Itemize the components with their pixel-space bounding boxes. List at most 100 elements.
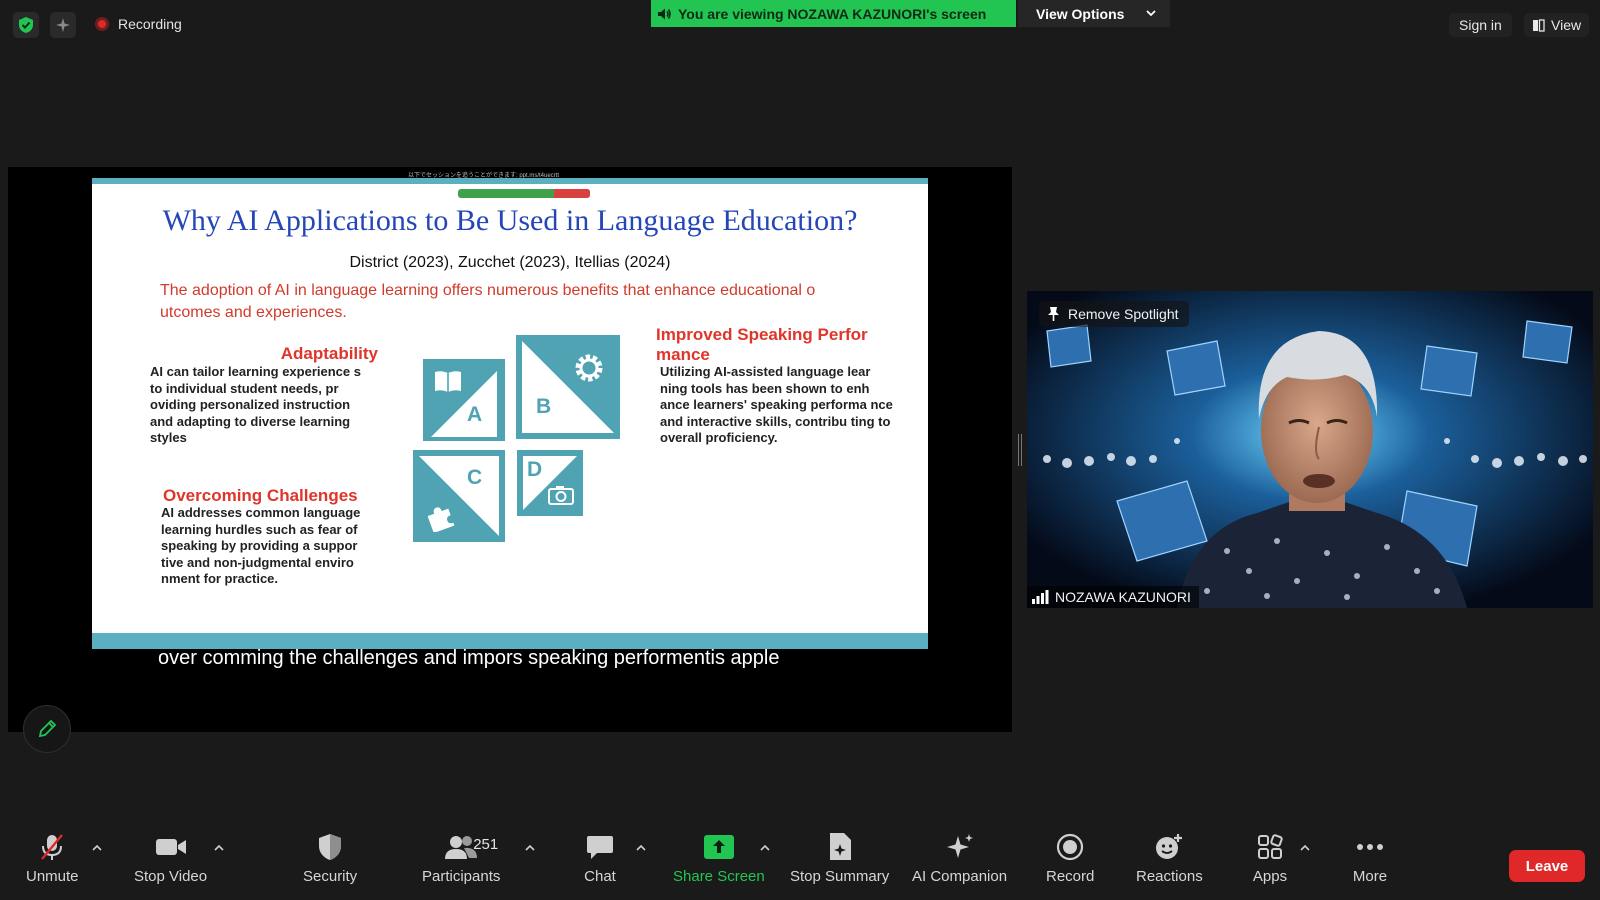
record-button[interactable]: Record: [1046, 830, 1094, 885]
share-options-caret[interactable]: [758, 840, 772, 854]
section-body-speaking: Utilizing AI-assisted language lear ning…: [660, 364, 893, 446]
view-options-dropdown[interactable]: View Options: [1018, 0, 1170, 27]
ai-sparkle-icon: [946, 834, 973, 858]
more-button[interactable]: More: [1352, 830, 1388, 885]
audio-options-caret[interactable]: [90, 840, 104, 854]
spotlight-video-tile[interactable]: Remove Spotlight NOZAWA KAZUNORI: [1027, 291, 1593, 608]
slide-citation: District (2023), Zucchet (2023), Itellia…: [349, 254, 671, 271]
tile-a: A: [423, 359, 505, 441]
tile-d-letter: D: [527, 458, 543, 481]
participant-video-feed: [1027, 291, 1593, 608]
security-button[interactable]: Security: [303, 830, 357, 885]
tile-b: B: [516, 335, 620, 439]
video-camera-icon: [155, 839, 186, 855]
leave-button[interactable]: Leave: [1509, 850, 1585, 882]
live-caption: over comming the challenges and impors s…: [158, 647, 780, 669]
participants-label: Participants: [422, 868, 501, 885]
security-shield-button[interactable]: [13, 12, 39, 38]
view-layout-icon: [1533, 18, 1545, 32]
apps-label: Apps: [1252, 868, 1288, 885]
meeting-toolbar: Unmute Stop Video Security 251 Participa…: [0, 822, 1600, 900]
stop-summary-label: Stop Summary: [790, 868, 890, 885]
view-options-label: View Options: [1036, 5, 1125, 22]
stop-video-label: Stop Video: [134, 868, 208, 885]
chevron-up-icon: [92, 844, 102, 851]
slide-title: Why AI Applications to Be Used in Langua…: [162, 204, 858, 237]
stop-summary-button[interactable]: Stop Summary: [790, 830, 889, 885]
sign-in-label: Sign in: [1459, 17, 1502, 33]
camera-icon: [548, 486, 574, 505]
book-icon: [435, 371, 461, 392]
summary-document-icon: [829, 833, 851, 860]
stop-video-button[interactable]: Stop Video: [134, 830, 207, 885]
remove-spotlight-button[interactable]: Remove Spotlight: [1039, 301, 1189, 327]
microphone-muted-icon: [41, 834, 64, 860]
chevron-down-icon: [1146, 10, 1156, 17]
pencil-icon: [38, 719, 57, 738]
speaker-icon: [658, 8, 671, 19]
chat-bubble-icon: [587, 836, 613, 859]
tile-d: D: [517, 450, 583, 516]
section-body-challenges: AI addresses common language learning hu…: [161, 505, 361, 587]
participant-count: 251: [473, 836, 499, 853]
remove-spotlight-label: Remove Spotlight: [1068, 306, 1179, 322]
viewing-screen-banner: You are viewing NOZAWA KAZUNORI's screen: [651, 0, 1016, 27]
recording-dot-icon: [95, 17, 109, 31]
chat-button[interactable]: Chat: [582, 830, 618, 885]
view-button[interactable]: View: [1524, 13, 1590, 37]
tile-a-letter: A: [467, 403, 483, 426]
reactions-button[interactable]: Reactions: [1136, 830, 1203, 885]
unmute-label: Unmute: [26, 868, 79, 885]
tile-c: C: [413, 450, 505, 542]
participants-options-caret[interactable]: [523, 840, 537, 854]
presenter-mini-stop: [554, 189, 590, 198]
shield-check-icon: [19, 17, 33, 33]
chat-options-caret[interactable]: [634, 840, 648, 854]
pin-icon: [1048, 307, 1059, 321]
unmute-button[interactable]: Unmute: [26, 830, 79, 885]
chat-label: Chat: [584, 868, 616, 885]
smiley-add-icon: [1156, 834, 1183, 859]
recording-indicator[interactable]: Recording: [95, 16, 182, 32]
chevron-up-icon: [1300, 844, 1310, 851]
section-heading-speaking: Improved Speaking Perfor mance: [656, 325, 868, 364]
ai-companion-label: AI Companion: [912, 868, 1008, 885]
shield-icon: [319, 834, 342, 860]
viewing-banner-text: You are viewing NOZAWA KAZUNORI's screen: [678, 5, 987, 22]
ai-companion-button[interactable]: AI Companion: [912, 830, 1007, 885]
section-heading-challenges: Overcoming Challenges: [163, 486, 358, 505]
share-screen-button[interactable]: Share Screen: [673, 830, 765, 885]
chevron-up-icon: [525, 844, 535, 851]
participants-button[interactable]: 251 Participants: [422, 830, 500, 885]
ai-sparkle-button[interactable]: [50, 12, 76, 38]
chevron-up-icon: [214, 844, 224, 851]
gear-icon: [575, 354, 603, 382]
annotate-button[interactable]: [23, 705, 71, 753]
sign-in-button[interactable]: Sign in: [1449, 13, 1512, 37]
apps-options-caret[interactable]: [1298, 840, 1312, 854]
participant-name: NOZAWA KAZUNORI: [1055, 589, 1191, 605]
signal-bars-icon: [1032, 590, 1049, 604]
puzzle-icon: [427, 507, 455, 532]
record-label: Record: [1046, 868, 1095, 885]
apps-button[interactable]: Apps: [1252, 830, 1288, 885]
section-heading-adaptability: Adaptability: [280, 344, 378, 363]
tile-c-letter: C: [467, 466, 483, 489]
presentation-slide: Why AI Applications to Be Used in Langua…: [92, 178, 928, 649]
participant-name-tag: NOZAWA KAZUNORI: [1027, 586, 1199, 608]
section-body-adaptability: AI can tailor learning experience s to i…: [150, 364, 361, 446]
slide-intro: The adoption of AI in language learning …: [160, 282, 816, 321]
shared-screen[interactable]: 以下でセッションを追うことができます: ppt.ms/t4uecrtt Why …: [8, 167, 1012, 732]
record-icon: [1057, 833, 1084, 861]
tile-b-letter: B: [536, 395, 552, 418]
share-screen-label: Share Screen: [673, 868, 765, 885]
split-resize-handle[interactable]: [1018, 434, 1022, 466]
chevron-up-icon: [760, 844, 770, 851]
top-bar: Recording You are viewing NOZAWA KAZUNOR…: [0, 0, 1600, 48]
sparkle-icon: [56, 18, 70, 32]
video-options-caret[interactable]: [212, 840, 226, 854]
view-label: View: [1551, 17, 1582, 33]
security-label: Security: [303, 868, 358, 885]
share-screen-icon: [703, 835, 734, 859]
reactions-label: Reactions: [1136, 868, 1203, 885]
